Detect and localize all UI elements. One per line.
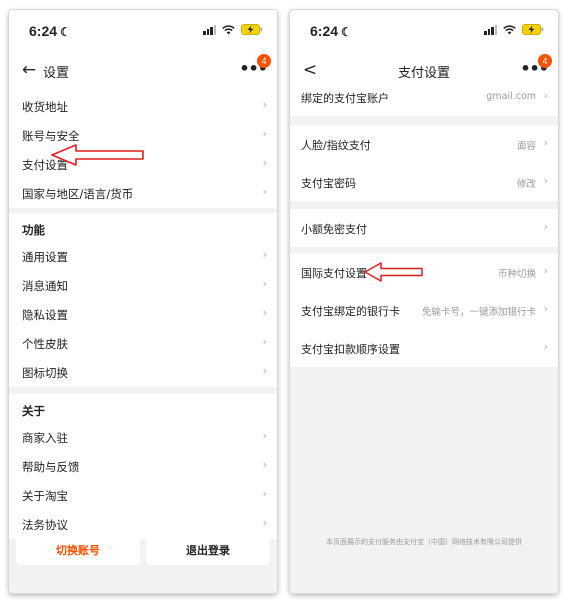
nav-bar: ← 设置 ••• 4	[9, 50, 277, 92]
chevron-right-icon: ›	[543, 136, 548, 149]
list-item-label: 图标切换	[22, 366, 68, 380]
moon-icon: ☾	[60, 25, 71, 39]
system-icons	[484, 24, 544, 35]
switch-account-button[interactable]: 切换账号	[16, 537, 140, 565]
personal-skin-item[interactable]: 个性皮肤 ›	[9, 329, 277, 358]
list-item-label: 关于淘宝	[22, 489, 68, 503]
back-arrow-icon[interactable]: ←	[19, 60, 39, 80]
status-bar: 6:24 ☾	[9, 10, 277, 50]
bound-bank-cards-item[interactable]: 支付宝绑定的银行卡 免输卡号，一键添加银行卡 ›	[290, 291, 558, 329]
shipping-address-item[interactable]: 收货地址 ›	[9, 92, 277, 121]
merchant-signup-item[interactable]: 商家入驻 ›	[9, 423, 277, 452]
list-item-value: 修改	[516, 179, 536, 190]
region-language-currency-item[interactable]: 国家与地区/语言/货币 ›	[9, 179, 277, 208]
status-time: 6:24 ☾	[29, 23, 71, 39]
section-title: 关于	[22, 404, 45, 418]
bound-account-group: 绑定的支付宝账户 gmail.com ›	[290, 78, 558, 116]
chevron-right-icon: ›	[543, 264, 548, 277]
list-item-label: 国际支付设置	[301, 267, 367, 280]
list-item-label: 通用设置	[22, 250, 68, 264]
logout-button[interactable]: 退出登录	[146, 537, 270, 565]
message-notifications-item[interactable]: 消息通知 ›	[9, 271, 277, 300]
battery-charging-icon	[241, 24, 263, 35]
service-provider-note: 本页面展示的支付服务由支付宝（中国）网络技术有限公司提供	[326, 538, 522, 546]
privacy-settings-item[interactable]: 隐私设置 ›	[9, 300, 277, 329]
red-pointer-arrow	[364, 262, 423, 282]
list-item-label: 法务协议	[22, 518, 68, 532]
list-item-label: 商家入驻	[22, 431, 68, 445]
section-title: 功能	[22, 223, 45, 237]
list-item-label: 收货地址	[22, 100, 68, 114]
password-free-payment-item[interactable]: 小额免密支付 ›	[290, 209, 558, 247]
list-item-label: 支付宝扣款顺序设置	[301, 343, 400, 356]
wifi-icon	[503, 24, 516, 35]
section-header-about: 关于	[9, 394, 277, 423]
list-item-value: 币种切换	[497, 269, 536, 280]
general-settings-item[interactable]: 通用设置 ›	[9, 242, 277, 271]
status-bar: 6:24 ☾	[290, 10, 558, 50]
list-item-label: 支付宝密码	[301, 177, 356, 190]
chevron-right-icon: ›	[262, 516, 267, 529]
list-item-value: gmail.com	[486, 91, 536, 102]
cellular-signal-icon	[484, 24, 497, 35]
list-item-label: 账号与安全	[22, 129, 80, 143]
chevron-right-icon: ›	[262, 335, 267, 348]
system-icons	[203, 24, 263, 35]
moon-icon: ☾	[341, 25, 352, 39]
list-item-label: 绑定的支付宝账户	[301, 92, 389, 105]
battery-charging-icon	[522, 24, 544, 35]
chevron-right-icon: ›	[262, 458, 267, 471]
list-item-label: 国家与地区/语言/货币	[22, 187, 134, 201]
list-item-label: 消息通知	[22, 279, 68, 293]
face-fingerprint-pay-item[interactable]: 人脸/指纹支付 面容 ›	[290, 125, 558, 163]
chevron-right-icon: ›	[262, 306, 267, 319]
about-taobao-item[interactable]: 关于淘宝 ›	[9, 481, 277, 510]
settings-screen: 6:24 ☾ ← 设置 ••• 4 收货地址 › 账号与安全 › 支付设置 › 国家与地…	[9, 10, 277, 593]
help-feedback-item[interactable]: 帮助与反馈 ›	[9, 452, 277, 481]
list-item-value: 免输卡号，一键添加银行卡	[421, 307, 536, 318]
security-group: 人脸/指纹支付 面容 › 支付宝密码 修改 ›	[290, 125, 558, 201]
notification-badge: 4	[257, 54, 271, 68]
chevron-right-icon: ›	[262, 364, 267, 377]
status-time: 6:24 ☾	[310, 23, 352, 39]
list-item-label: 隐私设置	[22, 308, 68, 322]
chevron-right-icon: ›	[262, 277, 267, 290]
notification-badge: 4	[538, 54, 552, 68]
cellular-signal-icon	[203, 24, 216, 35]
page-title: 设置	[43, 66, 70, 81]
wifi-icon	[222, 24, 235, 35]
chevron-right-icon: ›	[262, 248, 267, 261]
red-pointer-arrow	[51, 144, 144, 166]
list-item-label: 支付宝绑定的银行卡	[301, 305, 400, 318]
chevron-right-icon: ›	[543, 302, 548, 315]
chevron-right-icon: ›	[543, 220, 548, 233]
list-item-label: 小额免密支付	[301, 223, 367, 236]
chevron-right-icon: ›	[262, 429, 267, 442]
bound-alipay-account-item[interactable]: 绑定的支付宝账户 gmail.com ›	[290, 78, 558, 116]
chevron-right-icon: ›	[543, 340, 548, 353]
chevron-right-icon: ›	[262, 487, 267, 500]
legal-agreements-item[interactable]: 法务协议 ›	[9, 510, 277, 539]
list-item-label: 帮助与反馈	[22, 460, 80, 474]
section-header-features: 功能	[9, 213, 277, 242]
about-group: 关于 商家入驻 › 帮助与反馈 › 关于淘宝 › 法务协议 ›	[9, 394, 277, 539]
chevron-right-icon: ›	[262, 127, 267, 140]
alipay-password-item[interactable]: 支付宝密码 修改 ›	[290, 163, 558, 201]
deduction-order-item[interactable]: 支付宝扣款顺序设置 ›	[290, 329, 558, 367]
list-item-label: 人脸/指纹支付	[301, 139, 371, 152]
chevron-right-icon: ›	[543, 89, 548, 102]
payment-settings-screen: 6:24 ☾ < 支付设置 ••• 4 绑定的支付宝账户 gmail.com › 人脸…	[290, 10, 558, 593]
list-item-value: 面容	[516, 141, 536, 152]
chevron-right-icon: ›	[262, 98, 267, 111]
chevron-right-icon: ›	[262, 156, 267, 169]
features-group: 功能 通用设置 › 消息通知 › 隐私设置 › 个性皮肤 › 图标切换 ›	[9, 213, 277, 387]
small-amount-group: 小额免密支付 ›	[290, 209, 558, 247]
list-item-label: 个性皮肤	[22, 337, 68, 351]
icon-switch-item[interactable]: 图标切换 ›	[9, 358, 277, 387]
chevron-right-icon: ›	[262, 185, 267, 198]
chevron-right-icon: ›	[543, 174, 548, 187]
